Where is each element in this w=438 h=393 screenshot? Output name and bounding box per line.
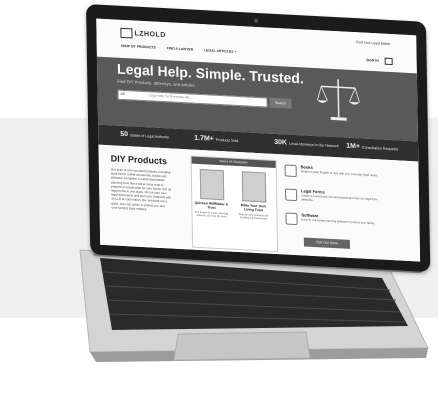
stat-label: Products Sold [215, 137, 239, 144]
signin-area: SIGN IN [366, 57, 393, 66]
document-icon [285, 188, 298, 202]
product-desc: Step-by-step guidance for creating your … [238, 213, 269, 221]
search-placeholder: Legal help for Everyday life... [148, 93, 193, 100]
search-category-select[interactable]: All [120, 92, 124, 96]
cart-icon[interactable] [384, 57, 393, 66]
nav-shop-products[interactable]: SHOP BY PRODUCTS [121, 44, 156, 50]
scales-of-justice-icon [317, 79, 360, 121]
screen-bezel: LZHOLD SHOP BY PRODUCTS FIND A LAWYER LE… [86, 4, 431, 273]
bestseller-title: Nolo's #1 Bestseller [191, 156, 276, 168]
book-icon [284, 164, 297, 178]
stat-label: Local Attorneys in Our Network [289, 141, 339, 149]
stat-label: Consultation Requests [361, 145, 399, 152]
signin-link[interactable]: SIGN IN [366, 58, 379, 63]
main-nav: SHOP BY PRODUCTS FIND A LAWYER LEGAL ART… [121, 44, 247, 55]
product-image[interactable] [241, 171, 267, 203]
product-categories: Books Written in plain English to help w… [284, 162, 407, 258]
stat-value: 30K [274, 138, 288, 147]
category-desc: Create a customized form and download it… [301, 193, 378, 202]
category-desc: Easy-to-use estate planning software to … [301, 217, 375, 226]
stat-label: States of Legal Authority [130, 133, 170, 140]
main-content: DIY Products Our suite of do-it-yourself… [98, 144, 421, 262]
stat-consultations: 1M+ Consultation Requests [346, 143, 398, 153]
stat-states: 50 States of Legal Authority [120, 131, 169, 141]
browser-viewport: LZHOLD SHOP BY PRODUCTS FIND A LAWYER LE… [96, 18, 421, 262]
laptop-screen: LZHOLD SHOP BY PRODUCTS FIND A LAWYER LE… [86, 4, 431, 273]
site-logo[interactable]: LZHOLD [120, 27, 166, 40]
stat-products: 1.7M+ Products Sold [194, 135, 238, 144]
bestseller-card: Nolo's #1 Bestseller Quicken WillMaker &… [190, 155, 279, 253]
webcam-icon [254, 18, 259, 24]
product-desc: The leader in estate planning software, … [194, 210, 229, 219]
diy-products-title: DIY Products [110, 153, 168, 167]
stat-attorneys: 30K Local Attorneys in Our Network [274, 139, 339, 149]
logo-text: LZHOLD [134, 30, 166, 40]
logo-icon [120, 27, 133, 39]
search-button[interactable]: Search [269, 97, 292, 109]
visit-store-button[interactable]: Visit Our Store [303, 237, 350, 249]
nav-find-lawyer[interactable]: FIND A LAWYER [167, 46, 194, 51]
product-name[interactable]: Make Your Own Living Trust [236, 203, 270, 213]
search-input[interactable]: All Legal help for Everyday life... [117, 89, 268, 108]
software-icon [285, 212, 298, 226]
nav-legal-articles[interactable]: LEGAL ARTICLES + [204, 48, 236, 54]
category-desc: Written in plain English to help with yo… [300, 169, 379, 178]
diy-products-text: Our suite of do-it-yourself products, in… [110, 167, 172, 212]
stat-value: 1.7M+ [194, 134, 214, 143]
trackpad[interactable] [173, 331, 311, 361]
product-name[interactable]: Quicken WillMaker & Trust [194, 201, 229, 211]
find-legal-matter-link[interactable]: Find Your Legal Matter [356, 40, 390, 46]
category-software[interactable]: Software Easy-to-use estate planning sof… [285, 210, 405, 240]
stat-value: 1M+ [346, 142, 361, 151]
stat-value: 50 [120, 130, 129, 139]
product-image[interactable] [199, 168, 225, 201]
